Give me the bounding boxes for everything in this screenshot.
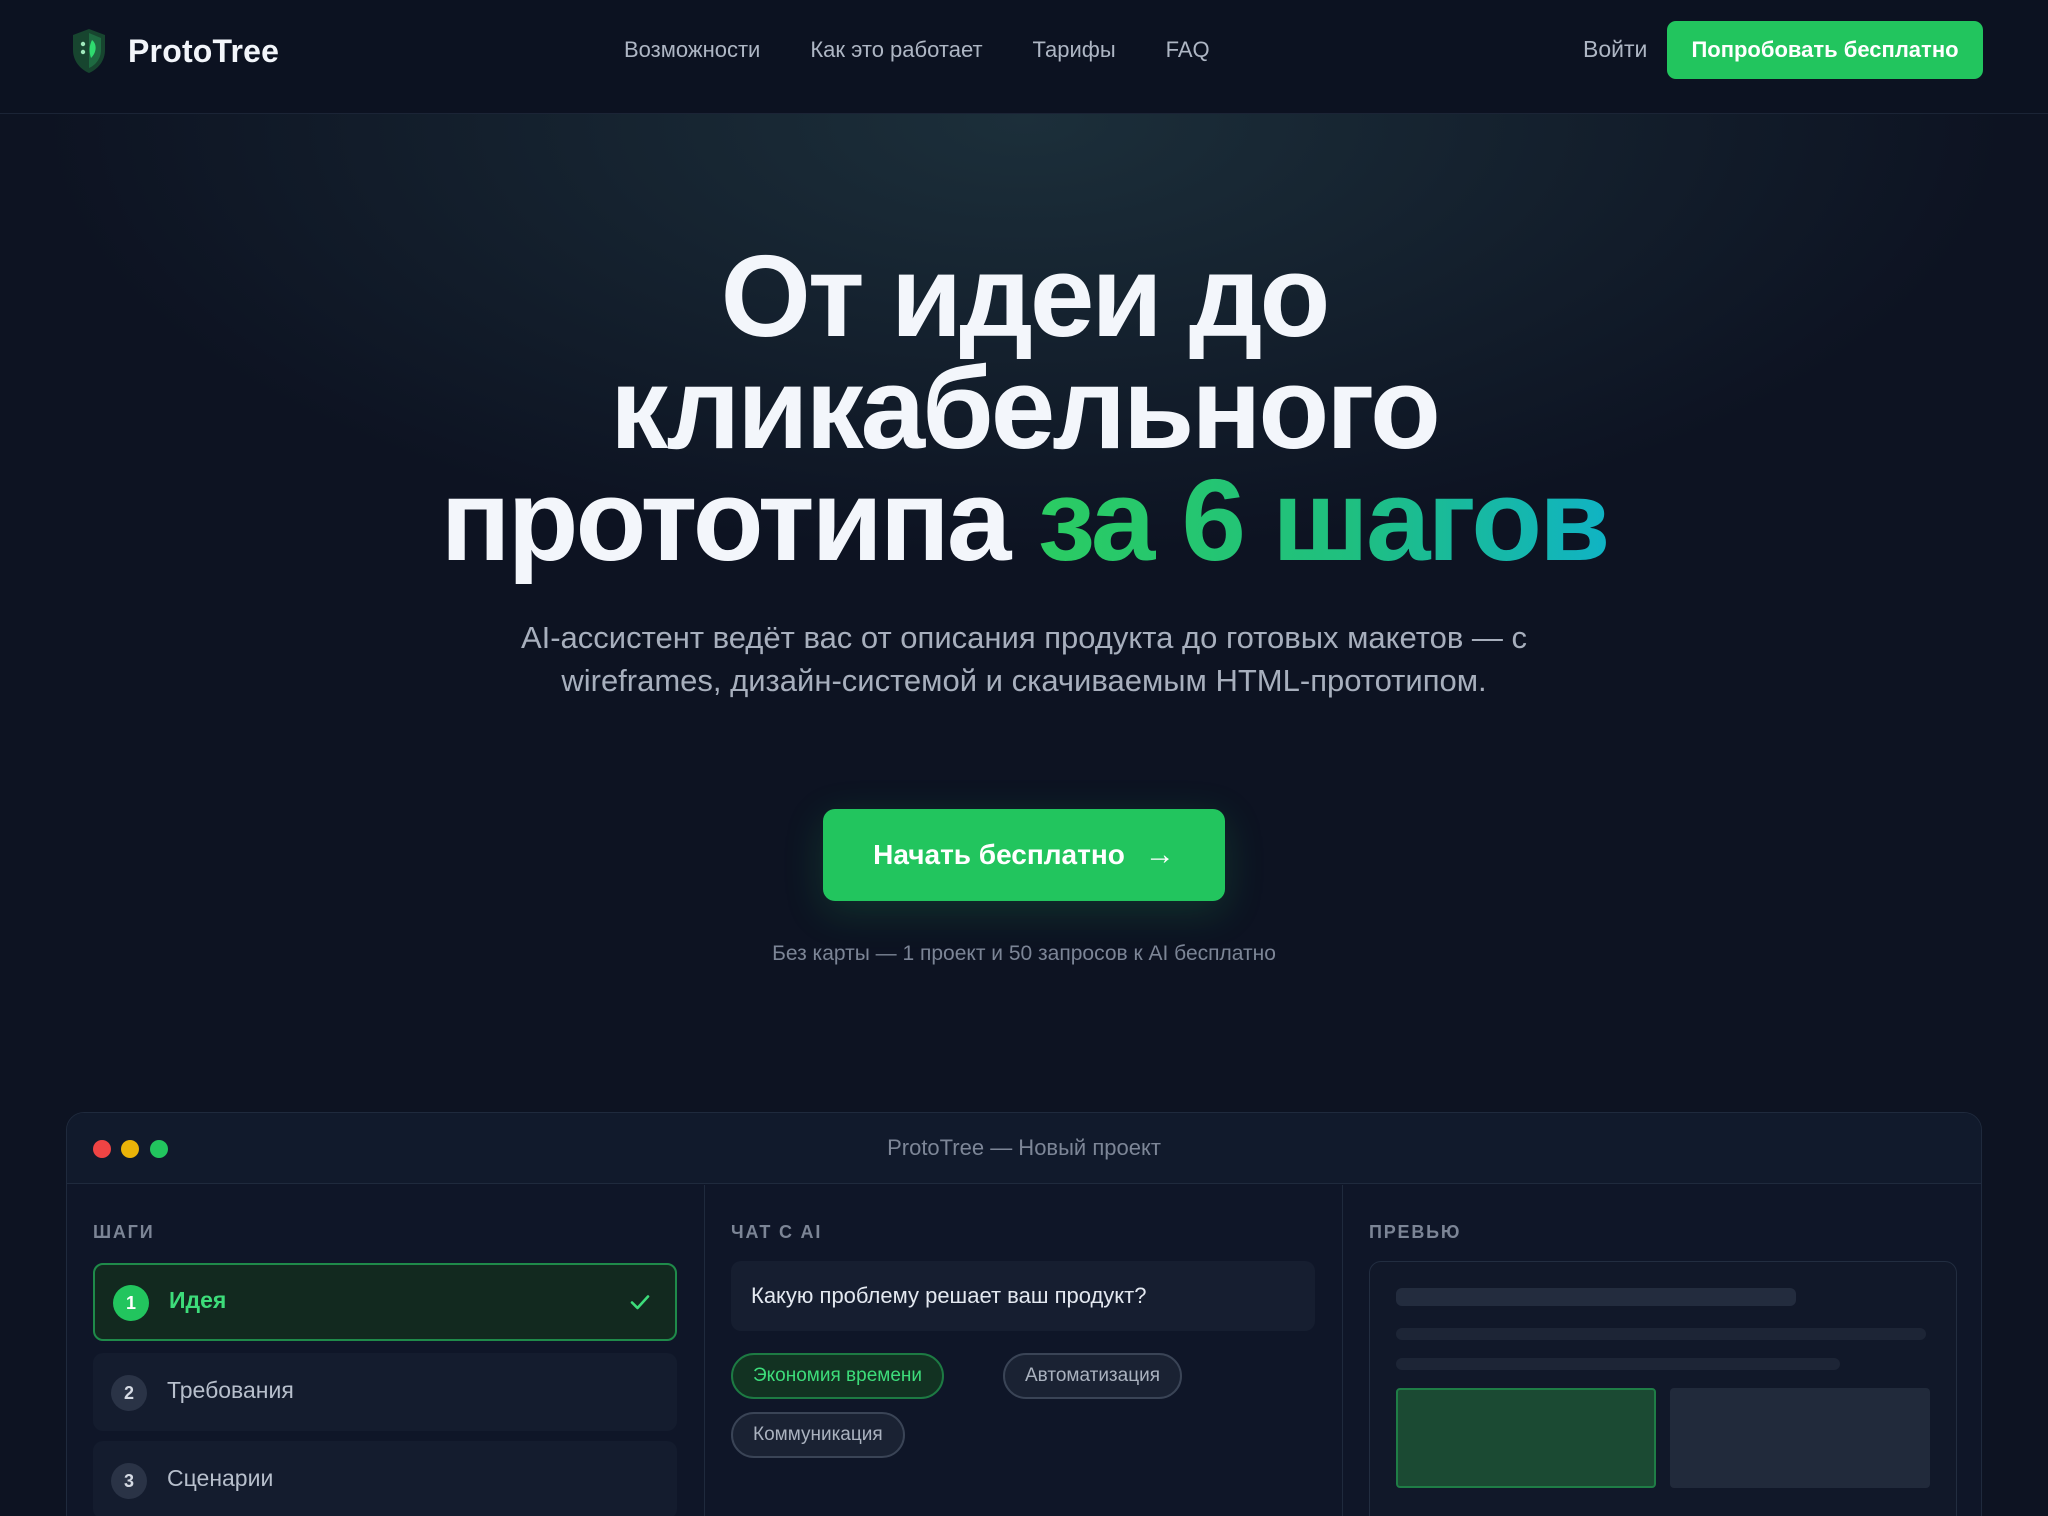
brand-logo[interactable]: ProtoTree [70, 26, 279, 76]
step-number: 1 [113, 1285, 149, 1321]
chat-panel: ЧАТ С AI Какую проблему решает ваш проду… [705, 1185, 1343, 1516]
nav-link-how-it-works[interactable]: Как это работает [810, 37, 982, 63]
steps-panel: ШАГИ 1 Идея 2 Требования 3 Сценарии [67, 1185, 705, 1516]
step-item-idea[interactable]: 1 Идея [93, 1263, 677, 1341]
step-item-requirements[interactable]: 2 Требования [93, 1353, 677, 1431]
landing-page: ProtoTree Возможности Как это работает Т… [0, 0, 2048, 1516]
brand-name: ProtoTree [128, 32, 280, 69]
hero-title-line1: От идеи до [720, 231, 1331, 361]
hero-title-line2: кликабельного [610, 343, 1441, 473]
check-icon [630, 1295, 650, 1310]
chip-time-saving[interactable]: Экономия времени [731, 1353, 945, 1399]
hero-subtitle: AI-ассистент ведёт вас от описания проду… [520, 620, 1528, 698]
hero-note: Без карты — 1 проект и 50 запросов к AI … [772, 942, 1276, 965]
step-label: Требования [167, 1377, 294, 1403]
hero-title: От идеи до кликабельного прототипа за 6 … [0, 238, 2048, 578]
shield-leaf-icon [73, 29, 105, 73]
chip-communication[interactable]: Коммуникация [731, 1412, 905, 1458]
skeleton-title [1396, 1288, 1796, 1306]
nav-link-faq[interactable]: FAQ [1166, 37, 1210, 63]
nav-links: Возможности Как это работает Тарифы FAQ [624, 0, 1260, 100]
chat-label: ЧАТ С AI [731, 1222, 823, 1242]
nav-link-features[interactable]: Возможности [624, 37, 760, 63]
try-free-button[interactable]: Попробовать бесплатно [1667, 21, 1983, 79]
skeleton-block-highlighted [1396, 1388, 1656, 1488]
skeleton-block [1670, 1388, 1930, 1488]
chip-automation[interactable]: Автоматизация [1003, 1353, 1182, 1399]
arrow-right-icon: → [1144, 838, 1175, 871]
preview-label: ПРЕВЬЮ [1369, 1222, 1462, 1242]
step-label: Сценарии [167, 1465, 274, 1491]
chat-question: Какую проблему решает ваш продукт? [731, 1261, 1315, 1331]
hero-title-line3: прототипа [440, 455, 1012, 585]
top-nav: ProtoTree Возможности Как это работает Т… [0, 0, 2048, 114]
login-link[interactable]: Войти [1583, 36, 1647, 63]
step-label: Идея [169, 1287, 227, 1313]
start-free-button[interactable]: Начать бесплатно → [823, 809, 1225, 901]
skeleton-line [1396, 1328, 1926, 1340]
window-titlebar: ProtoTree — Новый проект [67, 1113, 1981, 1184]
steps-label: ШАГИ [93, 1222, 155, 1242]
start-free-label: Начать бесплатно [873, 839, 1125, 870]
skeleton-line [1396, 1358, 1840, 1370]
step-number: 3 [111, 1463, 147, 1499]
hero-title-accent: за 6 шагов [1037, 455, 1611, 585]
window-title: ProtoTree — Новый проект [887, 1135, 1161, 1160]
preview-frame [1369, 1261, 1957, 1516]
step-item-scenarios[interactable]: 3 Сценарии [93, 1441, 677, 1516]
nav-link-pricing[interactable]: Тарифы [1033, 37, 1116, 63]
app-window-preview: ProtoTree — Новый проект ШАГИ 1 Идея 2 Т… [66, 1112, 1982, 1516]
step-number: 2 [111, 1375, 147, 1411]
preview-panel: ПРЕВЬЮ [1343, 1185, 1981, 1516]
